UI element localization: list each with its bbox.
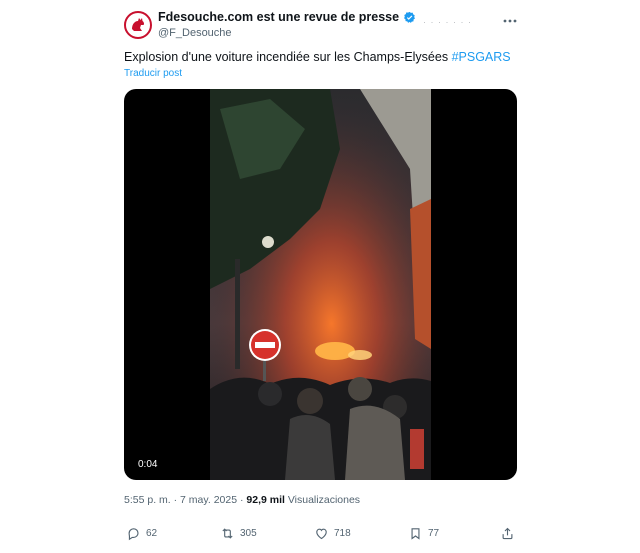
translate-post-link[interactable]: Traducir post (124, 68, 182, 79)
author-display-name[interactable]: Fdesouche.com est une revue de presse (158, 10, 399, 24)
views-label: Visualizaciones (287, 494, 361, 506)
author-name-row[interactable]: Fdesouche.com est une revue de presse (158, 10, 416, 24)
reply-icon (128, 528, 139, 541)
avatar[interactable] (124, 11, 152, 39)
repost-button[interactable]: 305 (220, 526, 257, 541)
share-button[interactable] (500, 526, 515, 541)
reply-button[interactable]: 62 (126, 526, 157, 541)
repost-icon (222, 528, 233, 539)
action-bar: 62 305 718 77 (124, 526, 524, 544)
video-still-image (210, 89, 431, 480)
verified-badge-icon (404, 11, 416, 23)
bookmark-count: 77 (428, 528, 440, 539)
like-button[interactable]: 718 (314, 526, 351, 541)
repost-count: 305 (240, 528, 257, 539)
more-options-button[interactable] (502, 14, 518, 28)
bookmark-button[interactable]: 77 (408, 526, 439, 541)
bookmark-icon (411, 528, 420, 540)
hashtag-link[interactable]: #PSGARS (452, 50, 511, 64)
tweet-card: Fdesouche.com est une revue de presse @F… (0, 0, 640, 553)
heart-icon (316, 528, 327, 540)
more-dots-icon (503, 19, 517, 23)
post-time[interactable]: 5:55 p. m. (124, 494, 171, 506)
video-timestamp: 0:04 (134, 458, 162, 471)
meta-separator: · (170, 494, 181, 506)
author-handle[interactable]: @F_Desouche (158, 27, 232, 39)
header-faint-text: · · · · · · · (423, 17, 472, 27)
tweet-meta: 5:55 p. m. · 7 may. 2025 · 92,9 mil Visu… (124, 494, 360, 506)
meta-separator-2: · (237, 494, 247, 506)
tweet-body: Explosion d'une voiture incendiée sur le… (124, 50, 449, 64)
views-count: 92,9 mil (246, 494, 285, 506)
reply-count: 62 (146, 528, 158, 539)
tweet-text: Explosion d'une voiture incendiée sur le… (124, 50, 511, 64)
video-frame[interactable] (210, 89, 431, 480)
share-icon (502, 527, 513, 540)
post-date[interactable]: 7 may. 2025 (180, 494, 237, 506)
rooster-logo-icon (132, 18, 145, 31)
like-count: 718 (334, 528, 351, 539)
video-player[interactable]: 0:04 (124, 89, 517, 480)
